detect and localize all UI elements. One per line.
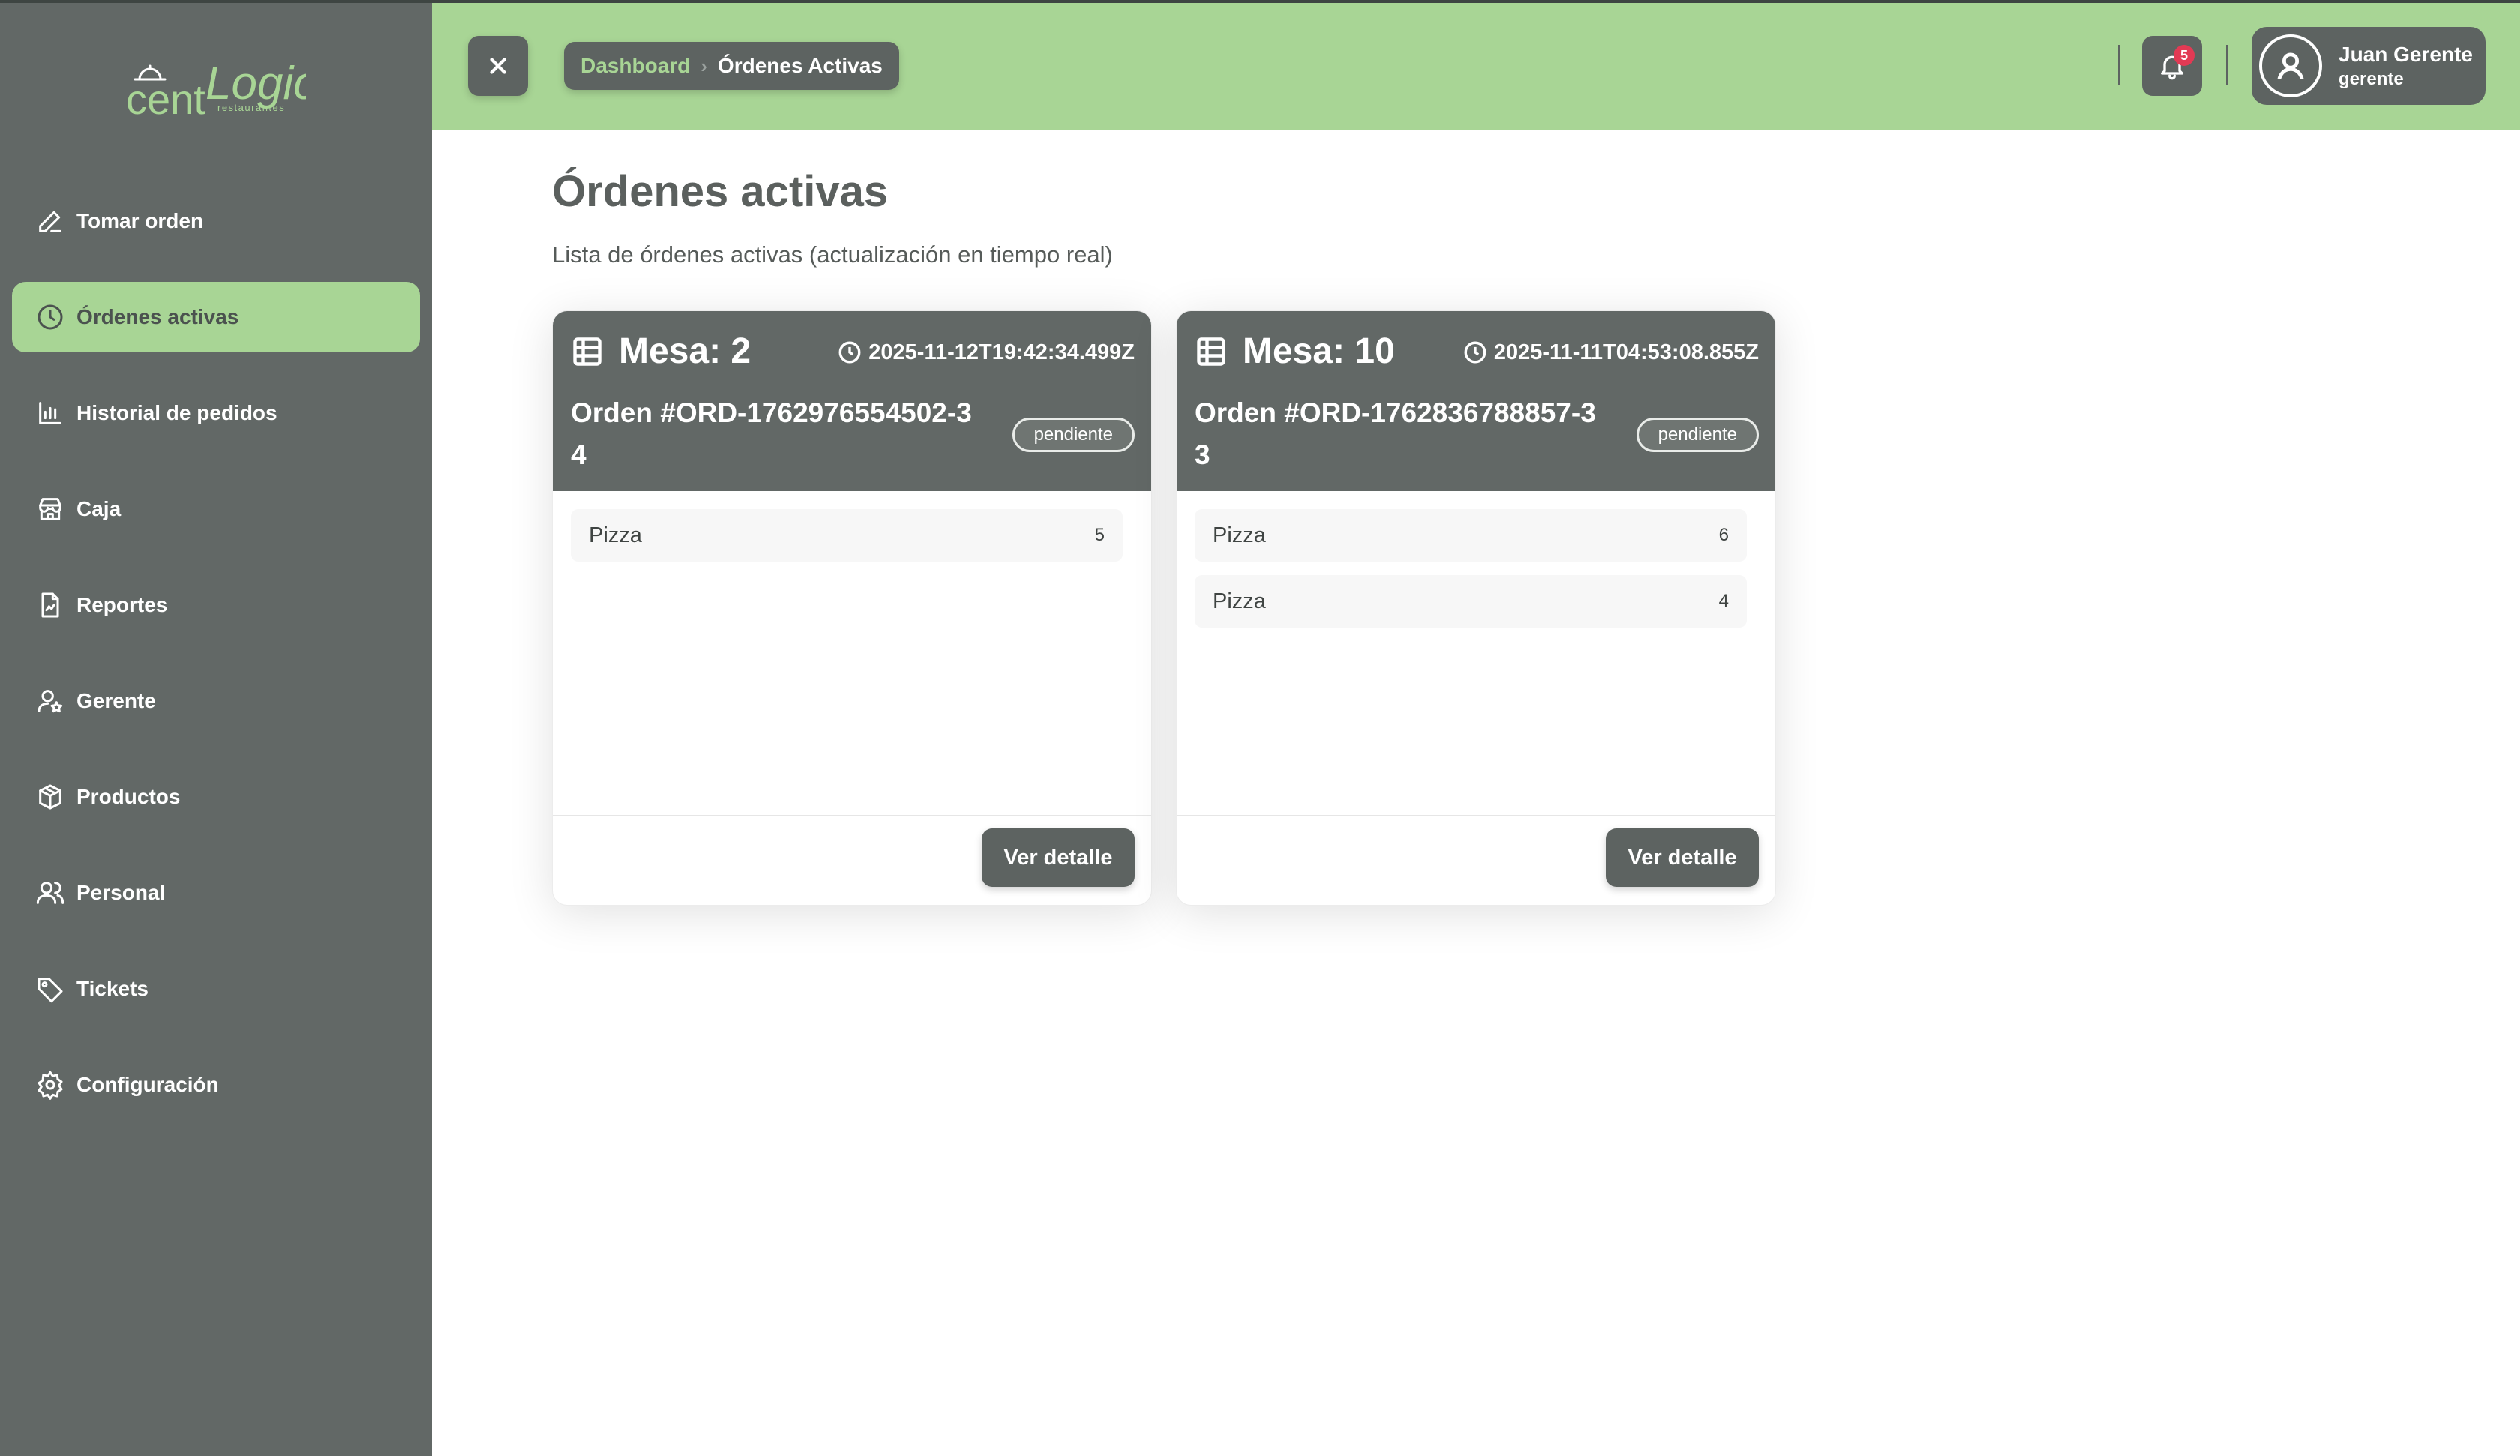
table-grid-icon xyxy=(1197,337,1226,366)
notification-count-badge: 5 xyxy=(2174,45,2194,66)
file-chart-icon xyxy=(34,589,66,621)
user-name: Juan Gerente xyxy=(2338,43,2473,66)
sidebar-item-label: Tomar orden xyxy=(76,209,204,232)
user-role: gerente xyxy=(2338,69,2404,89)
breadcrumb-dashboard-link[interactable]: Dashboard xyxy=(580,54,690,78)
table-number-label: Mesa: 2 xyxy=(619,331,752,371)
order-card-header: Mesa: 2 2025-11-12T19:42:34.499Z Orden #… xyxy=(553,311,1151,491)
view-detail-button[interactable]: Ver detalle xyxy=(982,828,1135,887)
brand-logo[interactable]: cent Logic restaurantes xyxy=(126,42,306,124)
sidebar-item-label: Reportes xyxy=(76,593,168,616)
header-divider xyxy=(2226,45,2228,85)
close-sidebar-button[interactable] xyxy=(468,36,528,96)
item-quantity: 4 xyxy=(1718,591,1729,611)
package-icon xyxy=(34,781,66,813)
sidebar-item-label: Historial de pedidos xyxy=(76,401,278,424)
sidebar-item-label: Configuración xyxy=(76,1073,219,1096)
sidebar-item-ordenes-activas[interactable]: Órdenes activas xyxy=(12,282,420,352)
close-icon xyxy=(490,58,506,74)
item-name: Pizza xyxy=(589,523,642,547)
clock-icon xyxy=(34,301,66,333)
logo-word-cent: cent xyxy=(126,76,206,123)
item-quantity: 5 xyxy=(1094,525,1105,545)
sidebar-item-tickets[interactable]: Tickets xyxy=(12,954,420,1024)
store-icon xyxy=(34,493,66,525)
sidebar-item-label: Personal xyxy=(76,881,166,904)
sidebar-item-label: Tickets xyxy=(76,977,148,1000)
order-id: Orden #ORD-1762976554502-34 xyxy=(571,397,972,470)
table-number: Mesa: 10 xyxy=(1195,331,1395,372)
sidebar-item-configuracion[interactable]: Configuración xyxy=(12,1050,420,1120)
window-top-border xyxy=(0,0,2520,3)
item-name: Pizza xyxy=(1213,523,1266,547)
sidebar-item-reportes[interactable]: Reportes xyxy=(12,570,420,640)
sidebar-item-gerente[interactable]: Gerente xyxy=(12,666,420,736)
tag-icon xyxy=(34,973,66,1005)
order-card-header: Mesa: 10 2025-11-11T04:53:08.855Z Orden … xyxy=(1177,311,1775,491)
table-number: Mesa: 2 xyxy=(571,331,751,372)
sidebar-item-label: Caja xyxy=(76,497,122,520)
sidebar-item-tomar-orden[interactable]: Tomar orden xyxy=(12,186,420,256)
order-timestamp: 2025-11-11T04:53:08.855Z xyxy=(1462,340,1759,365)
bar-chart-icon xyxy=(34,397,66,429)
notifications-button[interactable]: 5 xyxy=(2142,36,2202,96)
order-card: Mesa: 10 2025-11-11T04:53:08.855Z Orden … xyxy=(1176,310,1776,906)
sidebar-nav: Tomar orden Órdenes activas Historial de… xyxy=(12,186,420,1146)
clock-icon xyxy=(838,341,861,364)
list-item: Pizza 6 xyxy=(1195,509,1747,562)
sidebar-item-label: Gerente xyxy=(76,689,156,712)
clock-icon xyxy=(1464,341,1486,364)
main-content: Órdenes activas Lista de órdenes activas… xyxy=(432,130,2520,1456)
order-timestamp: 2025-11-12T19:42:34.499Z xyxy=(837,340,1135,365)
order-card: Mesa: 2 2025-11-12T19:42:34.499Z Orden #… xyxy=(552,310,1152,906)
chevron-right-icon: › xyxy=(700,54,707,77)
table-grid-icon xyxy=(573,337,602,366)
user-star-icon xyxy=(34,685,66,717)
order-items-list: Pizza 5 xyxy=(571,509,1123,575)
user-icon xyxy=(2277,52,2304,80)
sidebar-item-historial[interactable]: Historial de pedidos xyxy=(12,378,420,448)
order-timestamp-label: 2025-11-12T19:42:34.499Z xyxy=(868,340,1135,364)
logo-tagline: restaurantes xyxy=(218,102,285,113)
avatar xyxy=(2259,34,2322,97)
view-detail-button[interactable]: Ver detalle xyxy=(1606,828,1759,887)
order-card-footer: Ver detalle xyxy=(553,815,1151,905)
breadcrumb: Dashboard › Órdenes Activas xyxy=(564,42,899,90)
item-name: Pizza xyxy=(1213,589,1266,613)
gear-icon xyxy=(34,1069,66,1101)
sidebar-item-caja[interactable]: Caja xyxy=(12,474,420,544)
list-item: Pizza 5 xyxy=(571,509,1123,562)
item-quantity: 6 xyxy=(1718,525,1729,545)
top-header: Dashboard › Órdenes Activas 5 Juan Geren… xyxy=(432,0,2520,130)
page-title: Órdenes activas xyxy=(552,167,889,216)
page-subtitle: Lista de órdenes activas (actualización … xyxy=(552,241,1113,268)
breadcrumb-current: Órdenes Activas xyxy=(717,54,883,77)
order-items-list: Pizza 6 Pizza 4 xyxy=(1195,509,1747,641)
users-icon xyxy=(34,877,66,909)
list-item: Pizza 4 xyxy=(1195,575,1747,628)
sidebar-item-label: Órdenes activas xyxy=(76,305,239,328)
table-number-label: Mesa: 10 xyxy=(1243,331,1395,371)
order-id: Orden #ORD-1762836788857-33 xyxy=(1195,397,1596,470)
status-badge: pendiente xyxy=(1012,418,1135,452)
header-divider xyxy=(2118,45,2120,85)
sidebar-item-productos[interactable]: Productos xyxy=(12,762,420,832)
sidebar-item-personal[interactable]: Personal xyxy=(12,858,420,928)
pencil-icon xyxy=(34,205,66,237)
status-badge: pendiente xyxy=(1636,418,1759,452)
user-menu[interactable]: Juan Gerente gerente xyxy=(2252,27,2486,105)
sidebar: cent Logic restaurantes Tomar orden Órde… xyxy=(0,0,432,1456)
sidebar-item-label: Productos xyxy=(76,785,181,808)
order-timestamp-label: 2025-11-11T04:53:08.855Z xyxy=(1493,340,1759,364)
order-card-footer: Ver detalle xyxy=(1177,815,1775,905)
